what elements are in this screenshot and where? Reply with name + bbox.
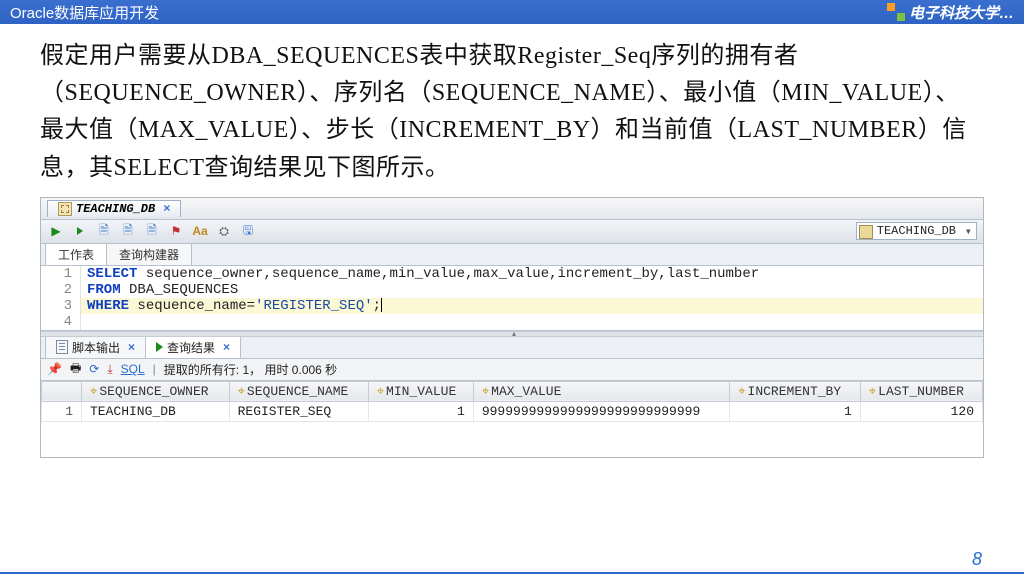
toggle-case-button[interactable]: Aa [191,222,209,240]
run-script-icon [77,227,83,235]
autotrace-button[interactable]: 🗎 [119,222,137,240]
ide-toolbar: ▶ 🗎 🗎 🗎 ⚑ Aa ⛭ 🖫 TEACHING_DB [41,220,983,244]
column-icon: ⌖ [90,384,97,399]
col-header[interactable]: ⌖SEQUENCE_NAME [229,381,368,401]
worksheet-tab[interactable]: TEACHING_DB × [47,200,181,217]
sql-editor[interactable]: 1 SELECT sequence_owner,sequence_name,mi… [41,266,983,331]
worksheet-tab-label: TEACHING_DB [76,202,155,216]
print-icon[interactable]: 🖶 [70,359,81,380]
body-paragraph: 假定用户需要从DBA_SEQUENCES表中获取Register_Seq序列的拥… [0,24,1024,197]
line-number: 4 [41,314,81,330]
result-toolbar: 📌 🖶 ⟳ ⤓ SQL | 提取的所有行: 1， 用时 0.006 秒 [41,359,983,381]
column-icon: ⌖ [238,384,245,399]
column-icon: ⌖ [377,384,384,399]
export-icon[interactable]: ⤓ [107,362,112,377]
col-header[interactable]: ⌖INCREMENT_BY [730,381,861,401]
university-logo-icon [887,3,905,21]
tab-query-result[interactable]: 查询结果 × [145,336,241,358]
cell: TEACHING_DB [82,401,230,421]
close-icon[interactable]: × [223,340,230,354]
footer-rule [0,572,1024,574]
run-statement-button[interactable]: ▶ [47,222,65,240]
tab-worksheet[interactable]: 工作表 [45,243,107,265]
slide: Oracle数据库应用开发 电子科技大学… 假定用户需要从DBA_SEQUENC… [0,0,1024,576]
sql-ide-panel: TEACHING_DB × ▶ 🗎 🗎 🗎 ⚑ Aa ⛭ 🖫 TEACHING_… [40,197,984,458]
settings-button[interactable]: ⛭ [215,222,233,240]
ide-tabbar: TEACHING_DB × [41,198,983,220]
fetch-status: 提取的所有行: 1， 用时 0.006 秒 [164,361,337,378]
query-result-icon [156,342,163,352]
column-icon: ⌖ [482,384,489,399]
cell: 1 [730,401,861,421]
cell: REGISTER_SEQ [229,401,368,421]
sql-history-button[interactable]: 🗎 [143,222,161,240]
table-row[interactable]: 1 TEACHING_DB REGISTER_SEQ 1 99999999999… [42,401,983,421]
title-bar: Oracle数据库应用开发 电子科技大学… [0,0,1024,24]
connection-selector[interactable]: TEACHING_DB [856,222,977,240]
row-number: 1 [42,401,82,421]
university-name: 电子科技大学… [887,2,1014,23]
page-number: 8 [972,549,982,570]
text-cursor [381,298,382,312]
line-number: 3 [41,298,81,314]
column-icon: ⌖ [738,384,745,399]
col-header[interactable]: ⌖SEQUENCE_OWNER [82,381,230,401]
clear-button[interactable]: ⚑ [167,222,185,240]
col-header[interactable]: ⌖MAX_VALUE [473,381,729,401]
line-number: 2 [41,282,81,298]
pin-icon[interactable]: 📌 [47,362,62,376]
rownum-header [42,381,82,401]
course-title: Oracle数据库应用开发 [10,2,159,23]
connection-name: TEACHING_DB [877,224,956,238]
explain-plan-button[interactable]: 🗎 [95,222,113,240]
close-icon[interactable]: × [128,340,135,354]
output-tabs: 脚本输出 × 查询结果 × [41,337,983,359]
run-script-button[interactable] [71,222,89,240]
col-header[interactable]: ⌖LAST_NUMBER [860,381,982,401]
column-icon: ⌖ [869,384,876,399]
tab-query-builder[interactable]: 查询构建器 [106,243,192,265]
cell: 9999999999999999999999999999 [473,401,729,421]
col-header[interactable]: ⌖MIN_VALUE [368,381,473,401]
splitter-handle[interactable] [41,331,983,337]
sql-link[interactable]: SQL [121,362,145,376]
result-grid[interactable]: ⌖SEQUENCE_OWNER ⌖SEQUENCE_NAME ⌖MIN_VALU… [41,381,983,457]
script-output-icon [56,340,68,354]
save-button[interactable]: 🖫 [239,222,257,240]
refresh-icon[interactable]: ⟳ [89,362,99,376]
sql-file-icon [58,202,72,216]
close-icon[interactable]: × [163,202,170,216]
cell: 1 [368,401,473,421]
cell: 120 [860,401,982,421]
worksheet-subtabs: 工作表 查询构建器 [41,244,983,266]
tab-script-output[interactable]: 脚本输出 × [45,336,146,358]
line-number: 1 [41,266,81,282]
